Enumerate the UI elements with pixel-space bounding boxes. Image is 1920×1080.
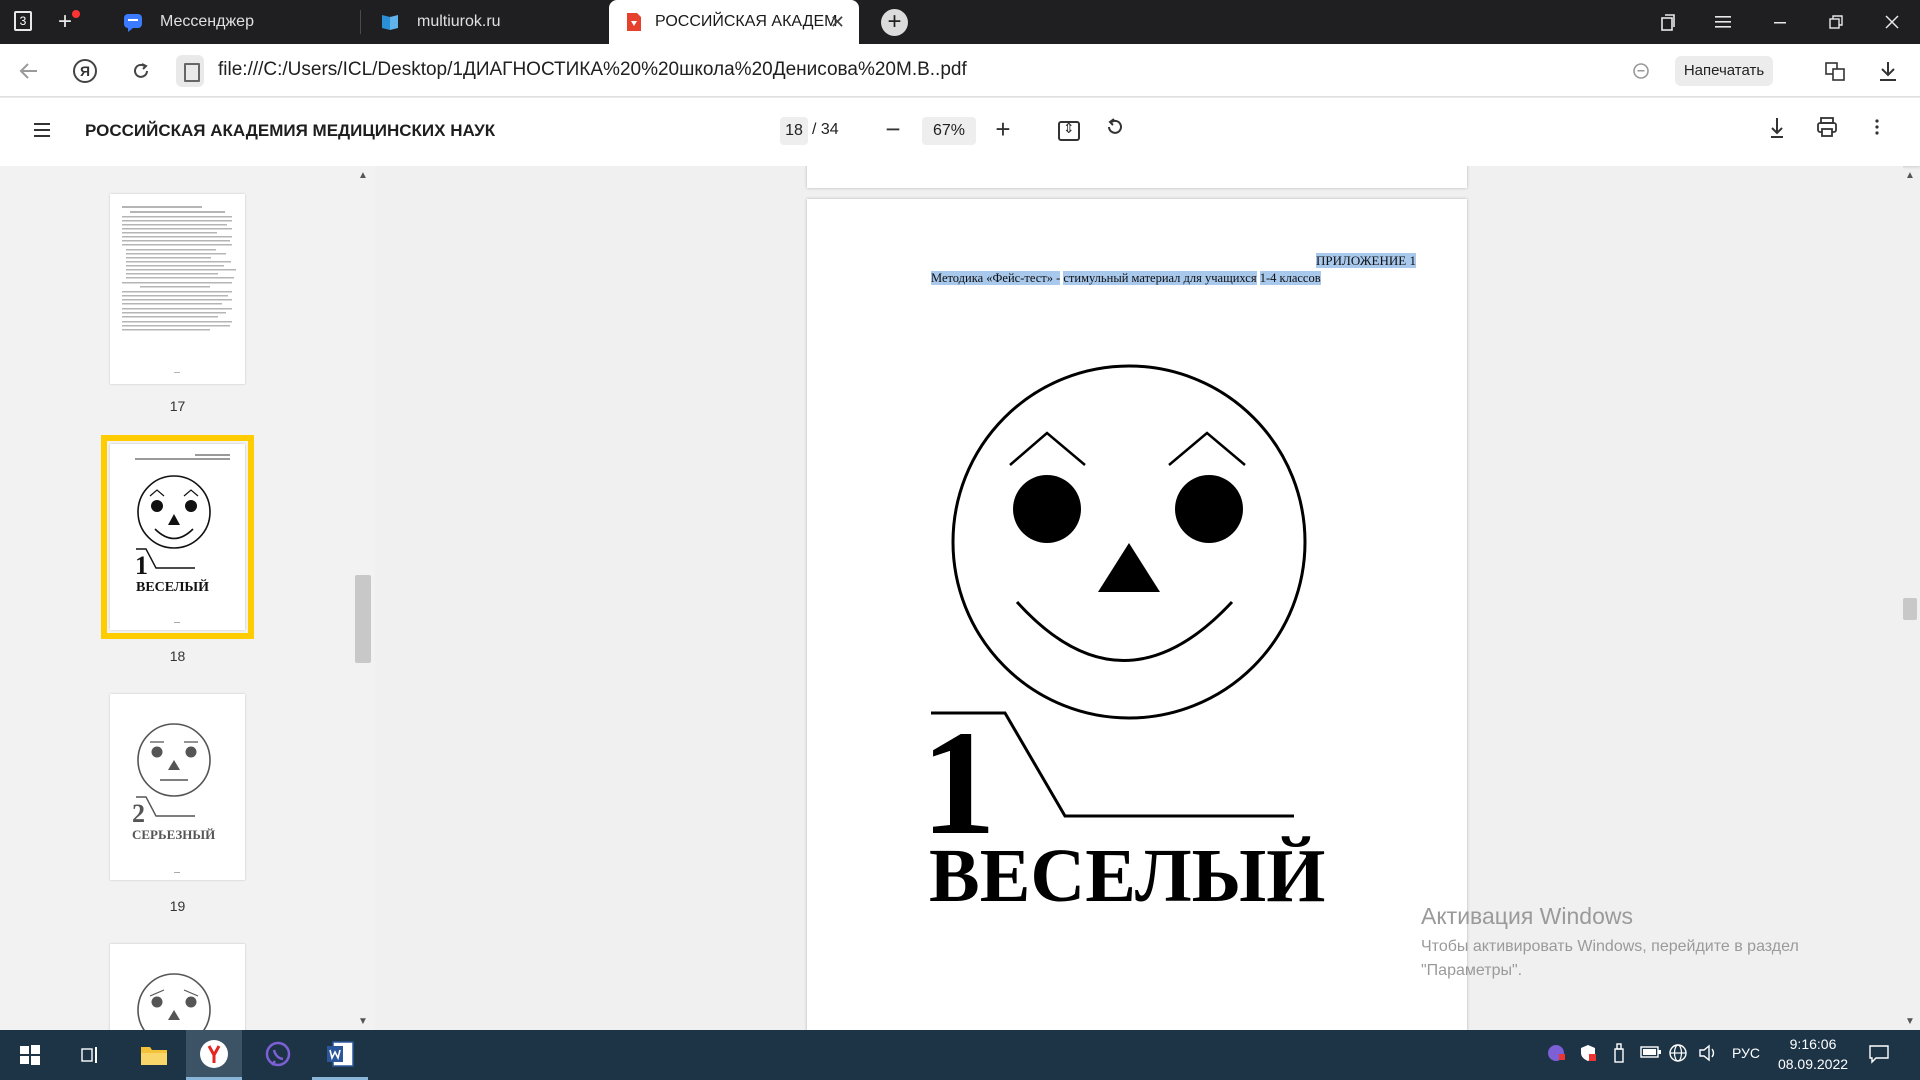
thumbnail-page-17[interactable] — [110, 194, 245, 384]
appendix-heading: ПРИЛОЖЕНИЕ 1 — [1316, 253, 1416, 268]
yandex-logo-icon[interactable]: Я — [70, 56, 100, 86]
security-shield-icon[interactable] — [1578, 1043, 1598, 1068]
sad-face-preview — [137, 973, 211, 1034]
viber-icon — [265, 1041, 291, 1067]
reload-icon[interactable] — [126, 56, 156, 86]
close-window-icon[interactable] — [1868, 0, 1916, 44]
tabs-overview-icon[interactable]: 3 — [6, 6, 40, 38]
tab-count-badge: 3 — [14, 11, 32, 31]
windows-taskbar: РУС 9:16:06 08.09.2022 — [0, 1030, 1920, 1080]
folder-icon — [141, 1047, 167, 1065]
network-globe-icon[interactable] — [1668, 1043, 1688, 1068]
more-options-icon[interactable] — [1862, 116, 1892, 146]
sidebar-toggle-icon[interactable] — [34, 123, 50, 137]
close-tab-icon[interactable]: ✕ — [830, 12, 845, 33]
zoom-level-input[interactable]: 67% — [922, 117, 976, 145]
task-view-icon — [81, 1047, 97, 1063]
downloads-icon[interactable] — [1873, 56, 1903, 86]
sidebar-scroll-up-icon[interactable]: ▲ — [358, 170, 368, 181]
clock-date: 08.09.2022 — [1777, 1056, 1849, 1072]
windows-logo-icon — [20, 1045, 40, 1065]
thumbnail-page-number: 19 — [169, 898, 186, 914]
yandex-browser-icon — [200, 1039, 228, 1068]
print-icon[interactable] — [1812, 116, 1842, 146]
plus-icon: + — [57, 8, 72, 35]
language-indicator[interactable]: РУС — [1732, 1045, 1760, 1061]
viber-taskbar[interactable] — [250, 1030, 306, 1080]
thumb-face-caption: ВЕСЕЛЫЙ — [136, 578, 209, 595]
restore-icon[interactable] — [1812, 0, 1860, 44]
word-taskbar[interactable] — [312, 1030, 368, 1080]
file-explorer-button[interactable] — [126, 1030, 182, 1080]
print-button[interactable]: Напечатать — [1675, 56, 1773, 86]
minimize-icon[interactable] — [1756, 0, 1804, 44]
rotate-icon[interactable] — [1103, 117, 1127, 143]
notifications-icon[interactable] — [1868, 1044, 1890, 1069]
clock-time: 9:16:06 — [1789, 1036, 1837, 1052]
thumb-face-number: 1 — [135, 551, 148, 580]
thumb-face-number: 2 — [132, 799, 145, 828]
tab-multiurok[interactable]: multiurok.ru — [361, 0, 605, 44]
tab-label: multiurok.ru — [417, 13, 501, 30]
battery-icon[interactable] — [1640, 1045, 1662, 1064]
tray-app-icon[interactable] — [1546, 1043, 1566, 1068]
zoom-out-button[interactable]: − — [878, 115, 908, 145]
messenger-icon — [124, 14, 142, 32]
method-line: Методика «Фейс-тест» - стимульный матери… — [931, 271, 1321, 285]
yandex-browser-taskbar[interactable] — [186, 1030, 242, 1080]
new-tab-icon[interactable]: + — [48, 6, 82, 38]
task-view-button[interactable] — [62, 1030, 118, 1080]
document-viewer[interactable]: ПРИЛОЖЕНИЕ 1 Методика «Фейс-тест» - стим… — [375, 166, 1903, 1030]
sidebar-scroll-down-icon[interactable]: ▼ — [358, 1016, 368, 1027]
pdf-toolbar: РОССИЙСКАЯ АКАДЕМИЯ МЕДИЦИНСКИХ НАУК 18 … — [0, 98, 1920, 166]
tab-label: РОССИЙСКАЯ АКАДЕМ — [655, 13, 838, 30]
usb-device-icon[interactable] — [1612, 1043, 1626, 1068]
back-arrow-icon[interactable] — [14, 56, 44, 86]
activation-watermark-title: Активация Windows — [1421, 903, 1633, 929]
tab-pdf-active[interactable]: РОССИЙСКАЯ АКАДЕМ ✕ — [609, 0, 859, 44]
zoom-in-button[interactable]: + — [988, 115, 1018, 145]
thumbnail-page-18[interactable]: 1 ВЕСЕЛЫЙ — [101, 435, 254, 639]
tab-messenger[interactable]: Мессенджер — [104, 0, 360, 44]
download-icon[interactable] — [1762, 116, 1792, 146]
thumbnail-page-19[interactable]: 2 СЕРЬЕЗНЫЙ — [110, 694, 245, 880]
happy-face-preview: 1 ВЕСЕЛЫЙ — [135, 454, 230, 623]
text-page-preview — [122, 206, 236, 373]
viewer-scrollbar-thumb[interactable] — [1903, 598, 1917, 620]
tab-label: Мессенджер — [160, 13, 254, 30]
address-bar: Я file:///C:/Users/ICL/Desktop/1ДИАГНОСТ… — [0, 44, 1920, 97]
comment-icon[interactable] — [1626, 56, 1656, 86]
translate-icon[interactable] — [1820, 56, 1850, 86]
book-icon — [382, 15, 398, 30]
word-icon — [327, 1040, 354, 1067]
thumbnail-page-20[interactable] — [110, 944, 245, 1034]
sidebar-scrollbar-thumb[interactable] — [355, 575, 371, 663]
thumbnail-page-number: 18 — [169, 648, 186, 664]
thumb-face-caption: СЕРЬЕЗНЫЙ — [132, 827, 215, 842]
browser-menu-icon[interactable] — [1700, 0, 1748, 44]
thumbnail-sidebar: 17 1 ВЕСЕЛЫЙ 18 2 СЕРЬЕЗНЫЙ 19 — [0, 166, 375, 1034]
start-button[interactable] — [2, 1030, 58, 1080]
pdf-icon — [627, 13, 641, 31]
system-clock[interactable]: 9:16:06 08.09.2022 — [1768, 1034, 1858, 1074]
fit-page-icon[interactable] — [1058, 120, 1080, 141]
add-tab-button[interactable]: + — [881, 9, 908, 36]
previous-page — [807, 166, 1467, 188]
serious-face-preview: 2 СЕРЬЕЗНЫЙ — [132, 723, 215, 873]
notification-dot — [72, 10, 80, 18]
page-number-input[interactable]: 18 — [780, 117, 808, 145]
volume-icon[interactable] — [1698, 1043, 1718, 1068]
tab-strip: 3 + Мессенджер multiurok.ru РОССИЙСКАЯ А… — [0, 0, 1920, 44]
viewer-scroll-up-icon[interactable]: ▲ — [1905, 170, 1915, 181]
url-field[interactable]: file:///C:/Users/ICL/Desktop/1ДИАГНОСТИК… — [218, 59, 967, 81]
thumbnail-page-number: 17 — [169, 398, 186, 414]
page-total: / 34 — [812, 121, 839, 138]
activation-watermark-text: Чтобы активировать Windows, перейдите в … — [1421, 938, 1799, 979]
collections-icon[interactable] — [1644, 0, 1692, 44]
face-caption: ВЕСЕЛЫЙ — [929, 834, 1326, 918]
viewer-scroll-down-icon[interactable]: ▼ — [1905, 1016, 1915, 1027]
file-protocol-icon[interactable] — [176, 55, 204, 87]
document-title: РОССИЙСКАЯ АКАДЕМИЯ МЕДИЦИНСКИХ НАУК — [85, 121, 496, 140]
